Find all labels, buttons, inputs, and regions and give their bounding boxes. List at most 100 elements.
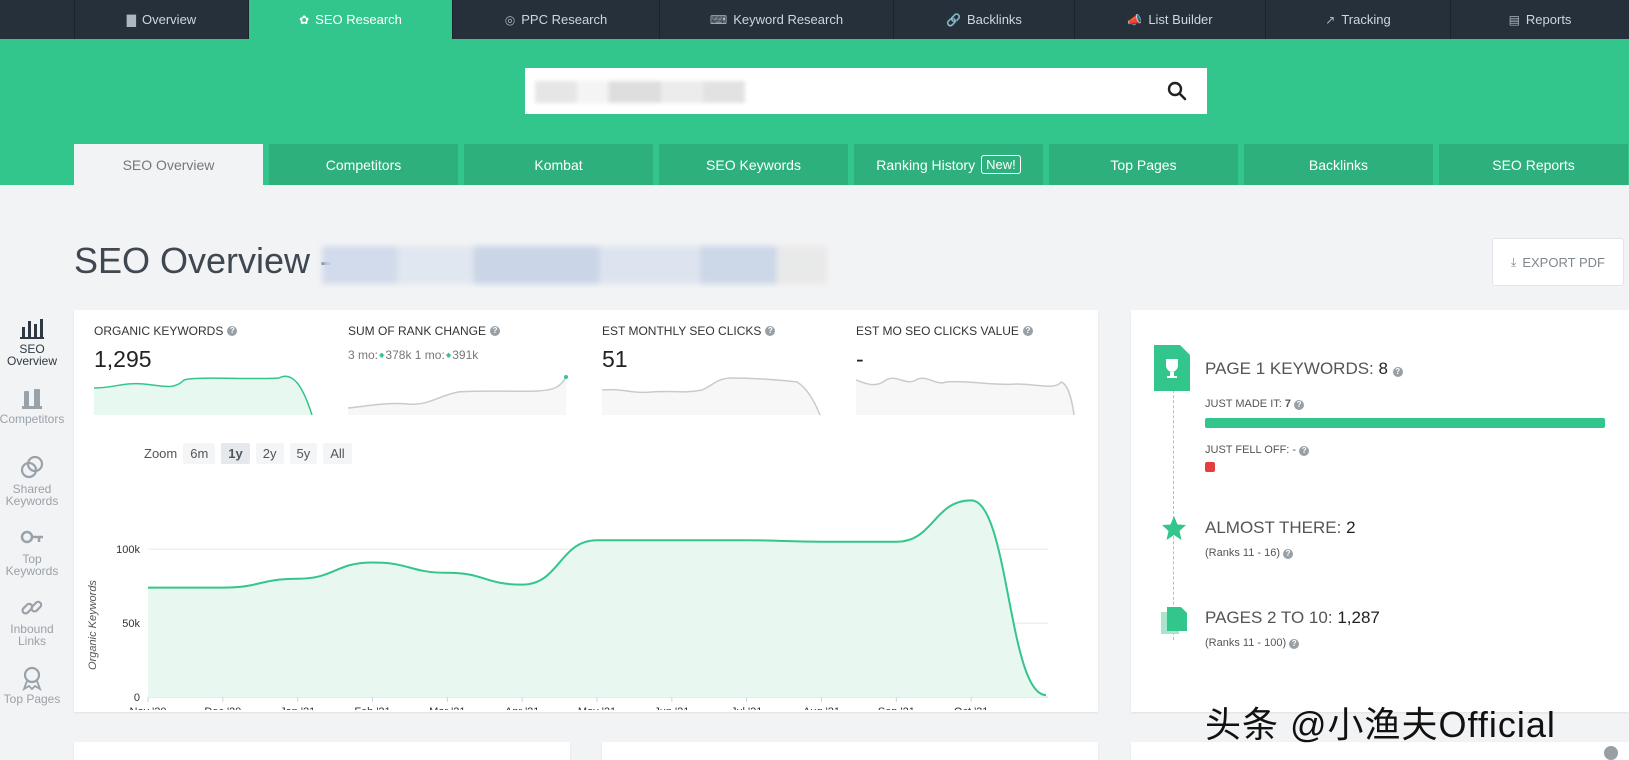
x-axis-ticks: Nov '20 Dec '20 Jan '21 Feb '21 Mar '21 Apr '… (130, 697, 989, 710)
topnav-list-builder[interactable]: 📣 List Builder (1074, 0, 1265, 39)
search-icon[interactable] (1167, 81, 1187, 101)
key-icon (20, 530, 43, 544)
metric-clicks-value: EST MO SEO CLICKS VALUE? - (856, 324, 1086, 373)
header-band: SEO Overview Competitors Kombat SEO Keyw… (0, 39, 1629, 185)
sparkline-clicks-value (856, 377, 1075, 416)
tab-backlinks[interactable]: Backlinks (1244, 144, 1433, 185)
topnav-overview[interactable]: ▇ Overview (74, 0, 248, 39)
just-fell-off: JUST FELL OFF: - ? (1205, 444, 1310, 456)
pages-icon (1161, 607, 1187, 634)
x-tick-label: Aug '21 (803, 706, 840, 710)
top-navigation: ▇ Overview ✿ SEO Research ◎ PPC Research… (0, 0, 1629, 39)
x-tick-label: May '21 (578, 706, 616, 710)
x-tick-label: Mar '21 (429, 706, 465, 710)
y-tick-label: 0 (134, 692, 140, 704)
topnav-keyword-research[interactable]: ⌨ Keyword Research (659, 0, 893, 39)
ribbon-icon (22, 666, 42, 691)
topnav-tracking[interactable]: ↗ Tracking (1265, 0, 1450, 39)
rail-top-keywords[interactable]: Top Keywords (0, 525, 64, 595)
just-made-it-bar (1205, 418, 1605, 428)
page1-keywords: PAGE 1 KEYWORDS: 8 ? (1205, 359, 1403, 379)
keyword-distribution-card: PAGE 1 KEYWORDS: 8 ? JUST MADE IT: 7 ? J… (1131, 310, 1629, 712)
bar-chart-icon: ▇ (126, 12, 137, 27)
overlap-icon (20, 455, 44, 479)
new-badge: New! (981, 155, 1021, 174)
tab-ranking-history[interactable]: Ranking History New! (854, 144, 1043, 185)
x-tick-label: Sep '21 (878, 706, 915, 710)
tab-seo-reports[interactable]: SEO Reports (1439, 144, 1628, 185)
help-icon[interactable]: ? (490, 326, 501, 336)
x-tick-label: Jun '21 (654, 706, 689, 710)
x-tick-label: Dec '20 (204, 706, 241, 710)
y-tick-label: 100k (116, 544, 140, 556)
topnav-reports[interactable]: ▤ Reports (1450, 0, 1629, 39)
y-tick-label: 50k (122, 618, 140, 630)
link-icon (21, 600, 43, 615)
sub-navigation: SEO Overview Competitors Kombat SEO Keyw… (74, 144, 1628, 185)
pages-2-to-10-ranks: (Ranks 11 - 100) ? (1205, 637, 1300, 649)
metric-sum-rank-change: SUM OF RANK CHANGE? 3 mo:🠹378k 1 mo:🠹391… (348, 324, 578, 367)
rail-competitors[interactable]: Competitors (0, 385, 64, 455)
x-tick-label: Oct '21 (954, 706, 989, 710)
redacted-query (535, 81, 745, 103)
help-icon[interactable]: ? (1392, 367, 1403, 377)
zoom-controls: Zoom 6m 1y 2y 5y All (144, 443, 352, 464)
rail-shared-keywords[interactable]: Shared Keywords (0, 455, 64, 525)
tab-seo-overview[interactable]: SEO Overview (74, 144, 263, 185)
watermark-text: 头条 @小渔夫Official (1205, 704, 1556, 745)
organic-keywords-value: 1,295 (94, 346, 152, 372)
search-input[interactable] (525, 68, 1207, 114)
rail-seo-overview[interactable]: SEO Overview (0, 315, 64, 385)
topnav-seo-research[interactable]: ✿ SEO Research (248, 0, 452, 39)
clicks-value-value: - (856, 346, 864, 372)
tab-kombat[interactable]: Kombat (464, 144, 653, 185)
link-icon: 🔗 (946, 12, 962, 27)
y-axis-label: Organic Keywords (87, 580, 99, 670)
metric-organic-keywords: ORGANIC KEYWORDS? 1,295 (94, 324, 324, 373)
help-icon[interactable]: ? (227, 326, 238, 336)
x-tick-label: Jul '21 (731, 706, 762, 710)
export-pdf-button[interactable]: ⤓ EXPORT PDF (1492, 238, 1624, 286)
redacted-domain (322, 246, 827, 284)
chess-icon (22, 389, 42, 409)
zoom-all-button[interactable]: All (323, 443, 352, 464)
help-icon[interactable] (1604, 746, 1618, 760)
side-rail: SEO Overview Competitors Shared Keywords… (0, 315, 64, 735)
keyboard-icon: ⌨ (709, 12, 728, 27)
help-icon[interactable]: ? (765, 326, 776, 336)
bar-chart-icon (20, 319, 44, 339)
file-icon: ▤ (1508, 12, 1520, 27)
zoom-1y-button[interactable]: 1y (221, 443, 250, 464)
help-icon[interactable]: ? (1299, 446, 1310, 456)
x-tick-label: Apr '21 (505, 706, 540, 710)
rail-top-pages[interactable]: Top Pages (0, 665, 64, 735)
just-made-it: JUST MADE IT: 7 ? (1205, 398, 1305, 410)
zoom-2y-button[interactable]: 2y (255, 443, 284, 464)
star-icon (1162, 516, 1186, 540)
zoom-6m-button[interactable]: 6m (183, 443, 216, 464)
page-title: SEO Overview - (74, 240, 333, 281)
help-icon[interactable]: ? (1289, 639, 1300, 649)
sparkline-clicks (602, 377, 821, 416)
bottom-card-1 (74, 742, 570, 760)
sparkline-organic (94, 375, 313, 416)
zoom-5y-button[interactable]: 5y (289, 443, 318, 464)
tab-competitors[interactable]: Competitors (269, 144, 458, 185)
topnav-ppc-research[interactable]: ◎ PPC Research (452, 0, 659, 39)
pages-2-to-10: PAGES 2 TO 10: 1,287 (1205, 608, 1380, 627)
help-icon[interactable]: ? (1294, 400, 1305, 410)
timeline-dashes (1173, 370, 1174, 640)
rail-inbound-links[interactable]: Inbound Links (0, 595, 64, 665)
chart-area (148, 500, 1046, 697)
tab-seo-keywords[interactable]: SEO Keywords (659, 144, 848, 185)
topnav-backlinks[interactable]: 🔗 Backlinks (893, 0, 1074, 39)
organic-keywords-chart: 0 50k 100k Nov '20 Dec '20 Jan '21 Feb '21 Mar… (87, 499, 1048, 710)
almost-there-ranks: (Ranks 11 - 16) ? (1205, 547, 1294, 559)
overview-card: ORGANIC KEYWORDS? 1,295 SUM OF RANK CHAN… (74, 310, 1098, 712)
tab-top-pages[interactable]: Top Pages (1049, 144, 1238, 185)
sparkline-rank-change (348, 375, 568, 415)
metric-est-monthly-clicks: EST MONTHLY SEO CLICKS? 51 (602, 324, 832, 373)
help-icon[interactable]: ? (1283, 549, 1294, 559)
help-icon[interactable]: ? (1022, 326, 1033, 336)
bottom-card-2 (602, 742, 1098, 760)
